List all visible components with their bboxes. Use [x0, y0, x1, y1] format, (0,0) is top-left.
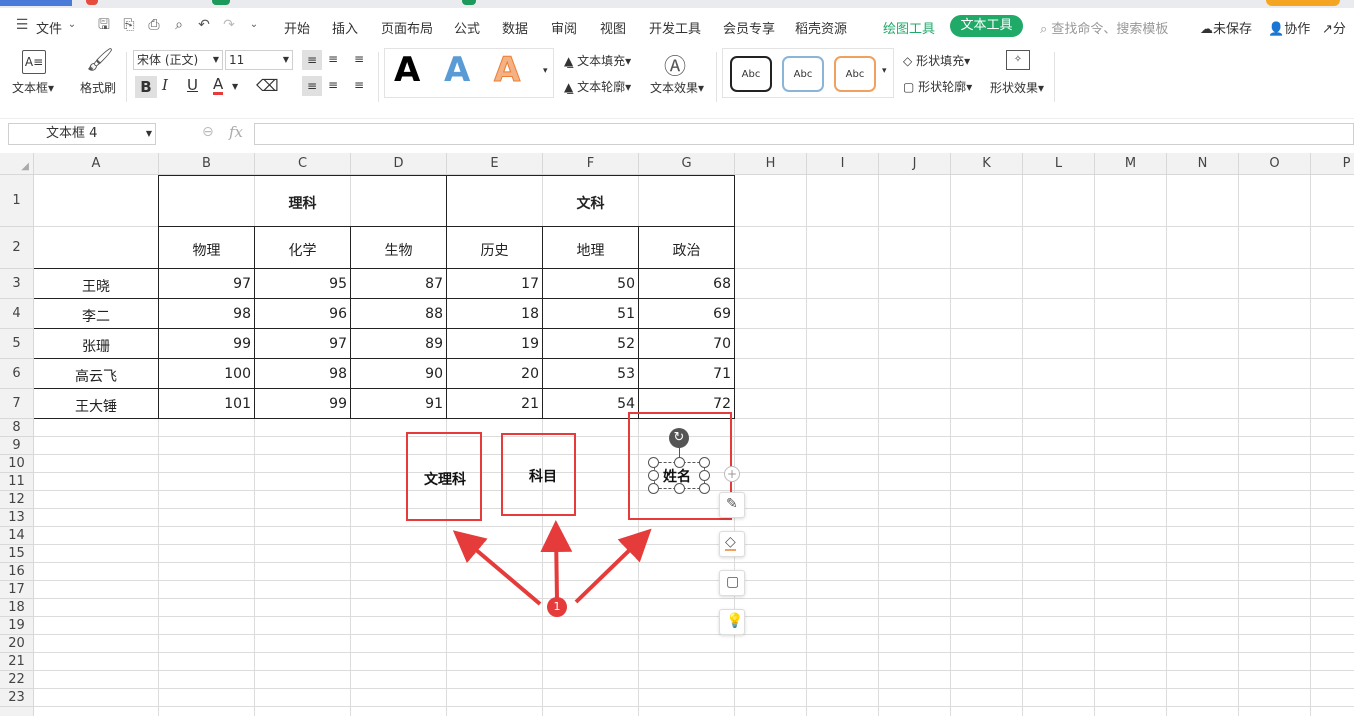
- arrow-to-kemu: [540, 520, 573, 601]
- annotation-arrows: [452, 520, 652, 606]
- arrow-to-xingming: [574, 528, 652, 604]
- arrow-to-wenlike: [452, 530, 542, 606]
- annotation-badge: 1: [547, 597, 567, 617]
